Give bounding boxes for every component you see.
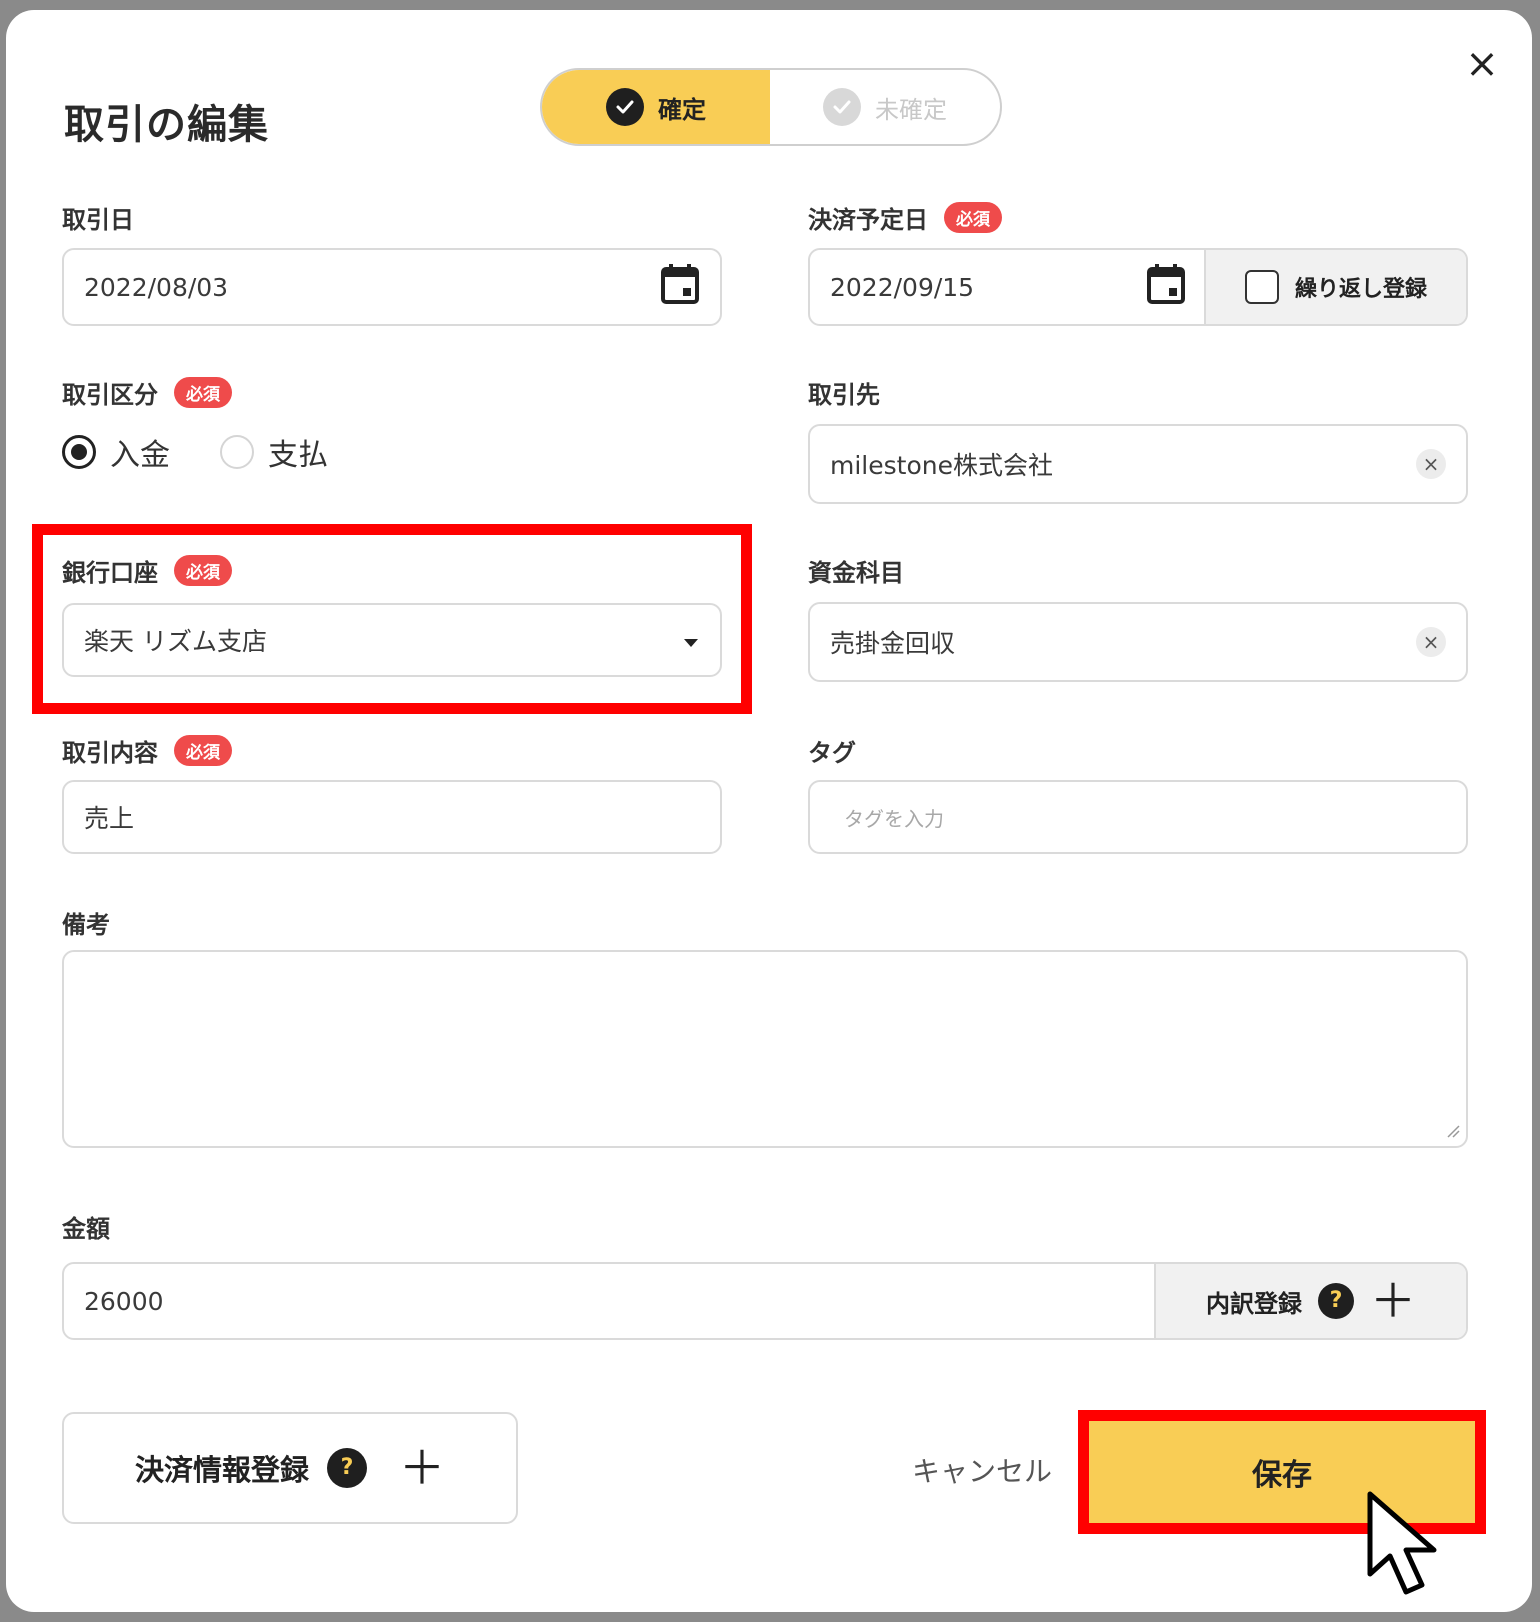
bank-account-label: 銀行口座 必須	[62, 553, 232, 588]
due-date-label: 決済予定日 必須	[808, 200, 1002, 235]
type-option-label: 入金	[110, 438, 170, 473]
amount-value: 26000	[84, 1286, 164, 1316]
payment-info-label: 決済情報登録	[134, 1453, 309, 1487]
status-confirmed-button[interactable]: 確定	[542, 70, 770, 144]
edit-transaction-dialog: 取引の編集 × 確定 未確定 取引日 2022/08/03 決済予定日 必須 2…	[6, 10, 1532, 1612]
calendar-icon[interactable]	[660, 263, 700, 311]
due-date-value: 2022/09/15	[830, 272, 975, 302]
clear-icon[interactable]: ×	[1416, 627, 1446, 657]
recurring-register-toggle[interactable]: 繰り返し登録	[1204, 250, 1466, 324]
fund-item-select[interactable]: 売掛金回収 ×	[808, 602, 1468, 682]
amount-input[interactable]: 26000 内訳登録 ? ＋	[62, 1262, 1468, 1340]
radio-unselected-icon[interactable]	[220, 435, 254, 469]
plus-icon: ＋	[399, 1441, 445, 1495]
partner-value: milestone株式会社	[830, 451, 1053, 480]
type-label-text: 取引区分	[62, 381, 158, 409]
breakdown-register-button[interactable]: 内訳登録 ? ＋	[1154, 1264, 1466, 1338]
type-radio-deposit[interactable]: 入金	[62, 430, 170, 474]
cancel-button[interactable]: キャンセル	[912, 1450, 1052, 1490]
payment-info-register-button[interactable]: 決済情報登録 ? ＋	[62, 1412, 518, 1524]
bank-account-label-text: 銀行口座	[62, 559, 158, 587]
required-badge: 必須	[174, 377, 232, 408]
description-value: 売上	[84, 804, 135, 833]
help-icon[interactable]: ?	[327, 1448, 367, 1488]
tags-input[interactable]: タグを入力	[808, 780, 1468, 854]
transaction-date-label-text: 取引日	[62, 206, 134, 234]
type-option-label: 支払	[268, 438, 328, 473]
bank-account-value: 楽天 リズム支店	[84, 627, 267, 656]
check-circle-icon	[823, 88, 861, 126]
type-radio-group: 入金 支払	[62, 430, 328, 474]
chevron-down-icon	[682, 626, 700, 655]
description-label-text: 取引内容	[62, 739, 158, 767]
status-confirmed-label: 確定	[658, 95, 706, 124]
plus-icon: ＋	[1370, 1274, 1416, 1328]
partner-label-text: 取引先	[808, 381, 880, 409]
tags-placeholder: タグを入力	[844, 806, 944, 831]
recurring-checkbox[interactable]	[1244, 270, 1279, 304]
radio-selected-icon[interactable]	[62, 435, 96, 469]
help-icon[interactable]: ?	[1318, 1283, 1354, 1319]
due-date-label-text: 決済予定日	[808, 206, 928, 234]
mouse-cursor-icon	[1364, 1490, 1454, 1604]
breakdown-label: 内訳登録	[1206, 1289, 1302, 1318]
transaction-date-input[interactable]: 2022/08/03	[62, 248, 722, 326]
check-circle-icon	[606, 88, 644, 126]
type-radio-payment[interactable]: 支払	[220, 430, 328, 474]
partner-select[interactable]: milestone株式会社 ×	[808, 424, 1468, 504]
save-label: 保存	[1252, 1458, 1312, 1493]
bank-account-select[interactable]: 楽天 リズム支店	[62, 603, 722, 677]
fund-item-label: 資金科目	[808, 553, 904, 588]
close-icon[interactable]: ×	[1458, 40, 1506, 88]
partner-label: 取引先	[808, 375, 880, 410]
tags-label: タグ	[808, 733, 856, 768]
status-unconfirmed-button[interactable]: 未確定	[770, 70, 1000, 144]
type-label: 取引区分 必須	[62, 375, 232, 410]
dialog-title: 取引の編集	[64, 102, 269, 148]
fund-item-value: 売掛金回収	[830, 629, 956, 658]
amount-label: 金額	[62, 1209, 110, 1244]
transaction-date-value: 2022/08/03	[84, 272, 229, 302]
required-badge: 必須	[174, 555, 232, 586]
recurring-label: 繰り返し登録	[1294, 277, 1427, 302]
calendar-icon[interactable]	[1146, 263, 1186, 311]
description-label: 取引内容 必須	[62, 733, 232, 768]
status-toggle: 確定 未確定	[540, 68, 1002, 146]
notes-textarea[interactable]	[62, 950, 1468, 1148]
description-input[interactable]: 売上	[62, 780, 722, 854]
required-badge: 必須	[944, 202, 1002, 233]
required-badge: 必須	[174, 735, 232, 766]
fund-item-label-text: 資金科目	[808, 559, 904, 587]
notes-label: 備考	[62, 905, 110, 940]
tags-label-text: タグ	[808, 739, 856, 767]
amount-label-text: 金額	[62, 1215, 110, 1243]
due-date-input[interactable]: 2022/09/15 繰り返し登録	[808, 248, 1468, 326]
status-unconfirmed-label: 未確定	[875, 95, 947, 124]
clear-icon[interactable]: ×	[1416, 449, 1446, 479]
resize-handle-icon[interactable]	[1446, 1123, 1460, 1142]
notes-label-text: 備考	[62, 911, 110, 939]
transaction-date-label: 取引日	[62, 200, 134, 235]
